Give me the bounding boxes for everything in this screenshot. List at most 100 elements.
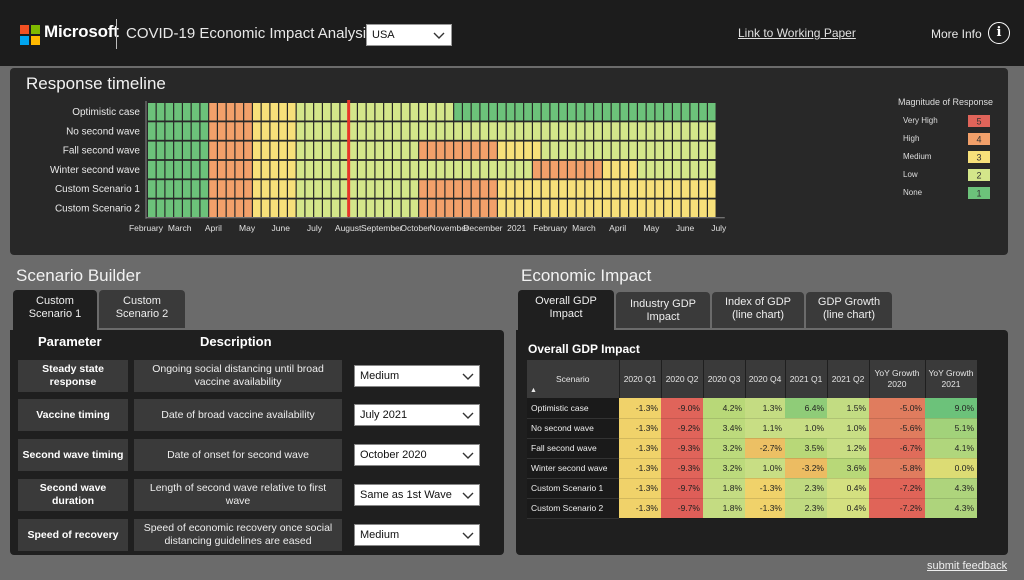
timeline-cell — [594, 122, 602, 140]
tab-overall-gdp-impact[interactable]: Overall GDP Impact — [518, 290, 614, 330]
timeline-cell — [611, 160, 620, 179]
timeline-cell — [393, 141, 401, 160]
tab-label: GDP Growth (line chart) — [817, 296, 881, 321]
tab-custom-scenario-1[interactable]: Custom Scenario 1 — [13, 290, 97, 330]
gdp-value-cell: -1.3% — [619, 398, 661, 419]
timeline-cell — [541, 122, 550, 140]
timeline-cell — [471, 160, 480, 179]
column-header-scenario[interactable]: Scenario ▲ — [527, 360, 620, 398]
timeline-cell — [384, 122, 392, 140]
tab-gdp-growth[interactable]: GDP Growth (line chart) — [806, 292, 892, 328]
timeline-cell — [541, 199, 550, 217]
speed-of-recovery-select[interactable]: Medium — [354, 524, 480, 546]
timeline-cell — [611, 180, 620, 198]
param-vaccine-timing: Vaccine timing — [18, 399, 128, 431]
legend-label: None — [903, 188, 923, 197]
column-header[interactable]: YoY Growth 2020 — [869, 360, 926, 398]
timeline-cell — [524, 141, 532, 160]
legend-value: 5 — [976, 117, 981, 127]
info-icon[interactable]: i — [988, 22, 1010, 44]
timeline-cell — [410, 141, 419, 160]
more-info-label[interactable]: More Info — [931, 27, 982, 41]
timeline-cell — [226, 180, 235, 198]
column-header[interactable]: 2020 Q4 — [745, 360, 786, 398]
tab-index-of-gdp[interactable]: Index of GDP (line chart) — [712, 292, 804, 328]
timeline-cell — [533, 141, 541, 160]
gdp-value-cell: 1.3% — [745, 398, 785, 419]
timeline-cell — [673, 199, 681, 217]
scenario-row-label: Optimistic case — [72, 107, 140, 118]
timeline-cell — [445, 160, 454, 179]
timeline-cell — [646, 160, 655, 179]
timeline-cell — [489, 141, 497, 160]
timeline-cell — [314, 141, 322, 160]
column-header[interactable]: 2020 Q1 — [619, 360, 662, 398]
timeline-cell — [585, 141, 594, 160]
column-header[interactable]: 2021 Q1 — [785, 360, 828, 398]
column-header[interactable]: 2020 Q3 — [703, 360, 746, 398]
timeline-cell — [183, 141, 191, 160]
timeline-cell — [235, 141, 244, 160]
timeline-cell — [681, 199, 690, 217]
x-tick-label: February — [533, 223, 568, 233]
tab-industry-gdp-impact[interactable]: Industry GDP Impact — [616, 292, 710, 328]
timeline-cell — [323, 141, 331, 160]
timeline-cell — [515, 160, 524, 179]
timeline-cell — [533, 180, 541, 198]
working-paper-link[interactable]: Link to Working Paper — [738, 26, 856, 40]
timeline-cell — [436, 141, 445, 160]
timeline-cell — [594, 199, 602, 217]
submit-feedback-link[interactable]: submit feedback — [927, 560, 1007, 572]
country-select[interactable]: USA — [366, 24, 452, 46]
column-header[interactable]: 2020 Q2 — [661, 360, 704, 398]
second-wave-duration-select[interactable]: Same as 1st Wave — [354, 484, 480, 506]
timeline-cell — [393, 160, 401, 179]
timeline-cell — [174, 199, 182, 217]
gdp-value-cell: -3.2% — [785, 458, 827, 479]
timeline-cell — [165, 122, 174, 140]
timeline-cell — [428, 103, 436, 121]
gdp-value-cell: -7.2% — [869, 478, 925, 499]
timeline-cell — [349, 103, 357, 121]
timeline-cell — [314, 160, 322, 179]
gdp-value-cell: 1.0% — [827, 418, 869, 439]
timeline-cell — [349, 180, 357, 198]
table-row: No second wave -1.3% -9.2% 3.4% 1.1% 1.0% 1.0%… — [527, 418, 977, 439]
column-header[interactable]: YoY Growth 2021 — [925, 360, 978, 398]
timeline-cell — [419, 180, 427, 198]
timeline-cell — [708, 199, 716, 217]
timeline-cell — [690, 122, 699, 140]
tab-custom-scenario-2[interactable]: Custom Scenario 2 — [99, 290, 185, 328]
timeline-cell — [375, 199, 384, 217]
select-value: October 2020 — [360, 449, 427, 461]
timeline-cell — [261, 103, 270, 121]
table-row: Optimistic case -1.3% -9.0% 4.2% 1.3% 6.4% 1.5… — [527, 398, 977, 419]
timeline-cell — [156, 180, 165, 198]
timeline-cell — [165, 180, 174, 198]
timeline-cell — [366, 160, 375, 179]
timeline-cell — [664, 103, 672, 121]
timeline-cell — [148, 160, 156, 179]
timeline-cell — [550, 141, 559, 160]
timeline-cell — [568, 122, 576, 140]
timeline-cell — [156, 103, 165, 121]
chevron-down-icon — [462, 452, 474, 459]
timeline-cell — [323, 180, 331, 198]
timeline-cell — [428, 199, 436, 217]
legend-label: Low — [903, 170, 918, 179]
timeline-cell — [498, 199, 506, 217]
timeline-cell — [655, 199, 664, 217]
timeline-cell — [454, 199, 462, 217]
legend-value: 3 — [976, 153, 981, 163]
timeline-cell — [708, 160, 716, 179]
column-header[interactable]: 2021 Q2 — [827, 360, 870, 398]
param-description: Date of onset for second wave — [134, 439, 342, 471]
vaccine-timing-select[interactable]: July 2021 — [354, 404, 480, 426]
timeline-cell — [489, 180, 497, 198]
param-speed-of-recovery: Speed of recovery — [18, 519, 128, 551]
timeline-cell — [244, 103, 252, 121]
second-wave-timing-select[interactable]: October 2020 — [354, 444, 480, 466]
timeline-cell — [270, 103, 279, 121]
steady-state-response-select[interactable]: Medium — [354, 365, 480, 387]
gdp-value-cell: 1.0% — [785, 418, 827, 439]
